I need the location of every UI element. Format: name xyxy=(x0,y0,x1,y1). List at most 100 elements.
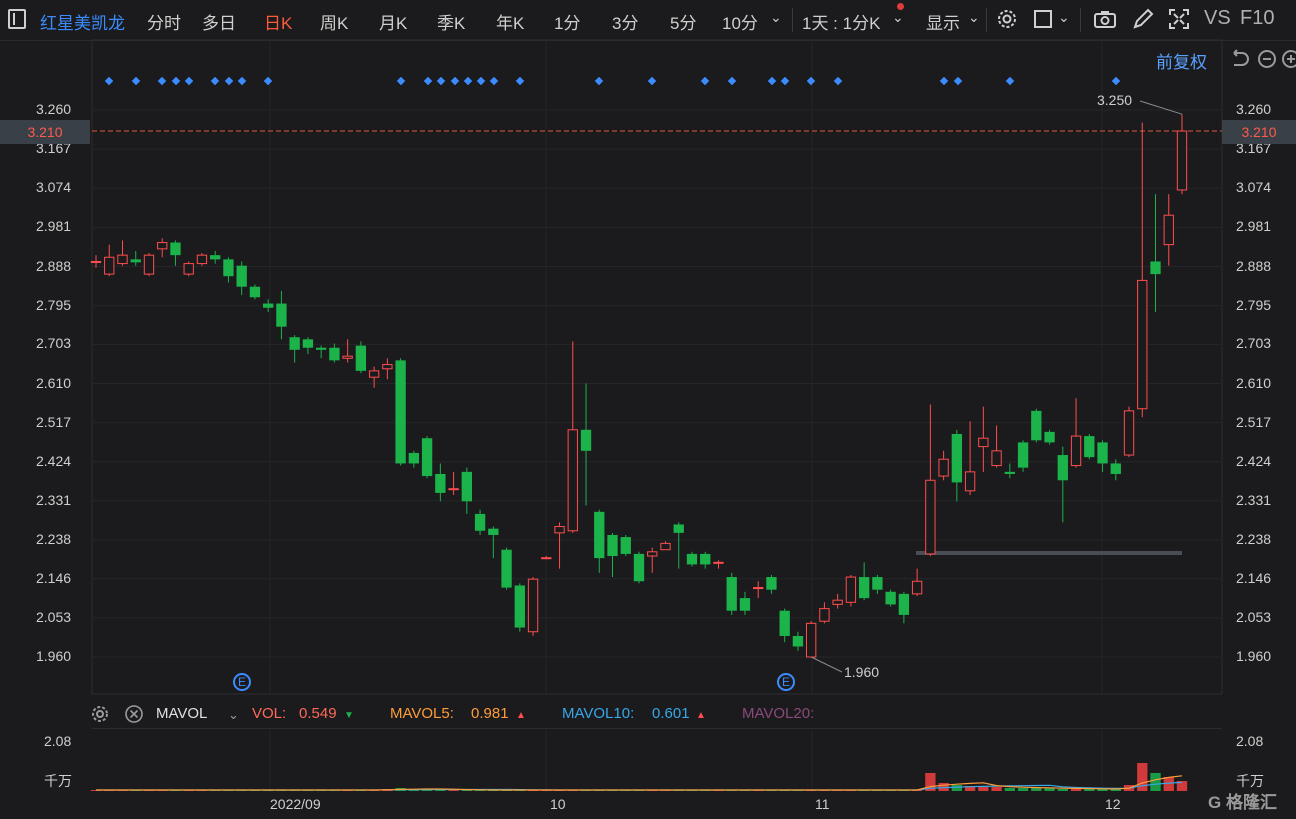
candle-body-down xyxy=(421,438,433,477)
price-tick-right: 2.981 xyxy=(1236,218,1272,235)
candle-body-down xyxy=(580,429,592,451)
candle-body-up xyxy=(90,260,102,263)
event-marker[interactable]: E xyxy=(777,673,795,691)
candle-body-up xyxy=(911,580,923,595)
candle-body-up xyxy=(104,256,115,275)
price-tick-left: 3.260 xyxy=(36,101,72,117)
gap-line xyxy=(916,551,1182,555)
candle-body-down xyxy=(1031,410,1042,441)
candle-body-down xyxy=(673,524,684,533)
candle-body-up xyxy=(567,429,578,532)
close-icon[interactable] xyxy=(124,704,144,724)
price-tick-left: 1.960 xyxy=(36,648,72,664)
high-pointer xyxy=(1139,100,1183,115)
candle-body-down xyxy=(1004,471,1015,474)
candle-body-down xyxy=(236,265,247,287)
event-diamond-icon xyxy=(806,76,816,86)
candle-body-up xyxy=(1123,410,1135,456)
price-tick-left: 2.795 xyxy=(36,296,72,313)
candle-body-down xyxy=(1110,463,1121,474)
candle-body-up xyxy=(1137,279,1148,410)
candle-body-up xyxy=(925,479,936,555)
candle-body-up xyxy=(806,622,817,658)
event-diamond-icon xyxy=(1005,76,1015,86)
price-tick-left: 2.981 xyxy=(36,218,72,235)
candle-body-up xyxy=(1070,435,1082,467)
candle-body-down xyxy=(474,513,486,531)
event-marker[interactable]: E xyxy=(233,673,251,691)
candle-body-down xyxy=(633,553,645,582)
candle-body-up xyxy=(196,254,208,265)
event-diamond-icon xyxy=(423,76,433,86)
candle-body-down xyxy=(461,471,472,502)
candle-body-down xyxy=(792,635,804,647)
price-tick-right: 2.053 xyxy=(1236,608,1272,625)
mavol5-label: MAVOL5: xyxy=(390,705,454,722)
candle-body-up xyxy=(647,551,658,557)
candle-body-down xyxy=(872,577,883,590)
candle-body-up xyxy=(143,254,155,275)
price-tick-left: 2.424 xyxy=(36,452,72,469)
candle-body-up xyxy=(845,576,857,603)
price-tick-left: 2.238 xyxy=(36,531,72,548)
up-arrow-icon: ▲ xyxy=(516,710,526,721)
candle-body-down xyxy=(488,528,499,535)
event-diamond-icon xyxy=(131,76,141,86)
candle-body-down xyxy=(594,511,605,559)
vol-value: 0.549 xyxy=(299,705,337,722)
price-tick-right: 2.610 xyxy=(1236,374,1272,391)
candle-body-down xyxy=(249,286,261,298)
event-diamond-icon xyxy=(237,76,247,86)
event-diamond-icon xyxy=(263,76,273,86)
candle-body-down xyxy=(951,433,963,483)
candle-body-up xyxy=(964,471,976,492)
volume-bar xyxy=(1031,788,1042,791)
chevron-down-icon[interactable]: ⌄ xyxy=(228,707,239,723)
gear-icon[interactable] xyxy=(90,704,110,724)
volume-axis-max-right: 2.08 xyxy=(1236,733,1264,749)
event-diamond-icon xyxy=(780,76,790,86)
candle-body-up xyxy=(713,561,724,564)
candle-body-down xyxy=(1084,436,1095,458)
event-diamond-icon xyxy=(104,76,114,86)
volume-bar xyxy=(1150,773,1161,791)
candle-body-down xyxy=(620,537,631,554)
event-diamond-icon xyxy=(939,76,949,86)
candle-body-down xyxy=(1017,442,1029,468)
price-tick-left: 2.517 xyxy=(36,413,72,430)
mavol5-value: 0.981 xyxy=(471,705,509,722)
event-diamond-icon xyxy=(224,76,234,86)
volume-bar xyxy=(1070,789,1082,791)
candle-body-down xyxy=(514,585,525,628)
candle-body-down xyxy=(289,337,300,350)
up-arrow-icon: ▲ xyxy=(696,710,706,721)
candle-body-down xyxy=(1044,431,1055,443)
event-diamond-icon xyxy=(210,76,220,86)
vol-label: VOL: xyxy=(252,705,287,722)
mavol10-value: 0.601 xyxy=(652,705,690,722)
current-price-tag-right: 3.210 xyxy=(1222,120,1296,144)
price-tick-left: 2.146 xyxy=(36,569,72,586)
candle-body-up xyxy=(382,364,393,370)
watermark-logo: G 格隆汇 xyxy=(1208,793,1277,812)
candle-body-up xyxy=(554,526,565,534)
x-label-dec: 12 xyxy=(1105,796,1121,812)
event-diamond-icon xyxy=(436,76,446,86)
indicator-name[interactable]: MAVOL xyxy=(156,705,207,722)
volume-chart[interactable] xyxy=(0,728,1296,798)
candle-body-down xyxy=(898,593,910,615)
candle-body-down xyxy=(276,303,287,327)
candle-body-down xyxy=(223,259,234,277)
candle-body-down xyxy=(766,577,777,590)
x-label-nov: 11 xyxy=(815,796,830,812)
candle-body-up xyxy=(832,599,843,605)
event-diamond-icon xyxy=(450,76,460,86)
candle-body-up xyxy=(819,608,830,622)
price-tick-right: 2.146 xyxy=(1236,569,1272,586)
event-diamond-icon xyxy=(647,76,657,86)
volume-bar xyxy=(951,785,963,791)
volume-bar xyxy=(991,787,1002,791)
mavol20-label: MAVOL20: xyxy=(742,705,815,722)
candle-body-up xyxy=(183,263,194,275)
candle-body-up xyxy=(342,355,353,359)
